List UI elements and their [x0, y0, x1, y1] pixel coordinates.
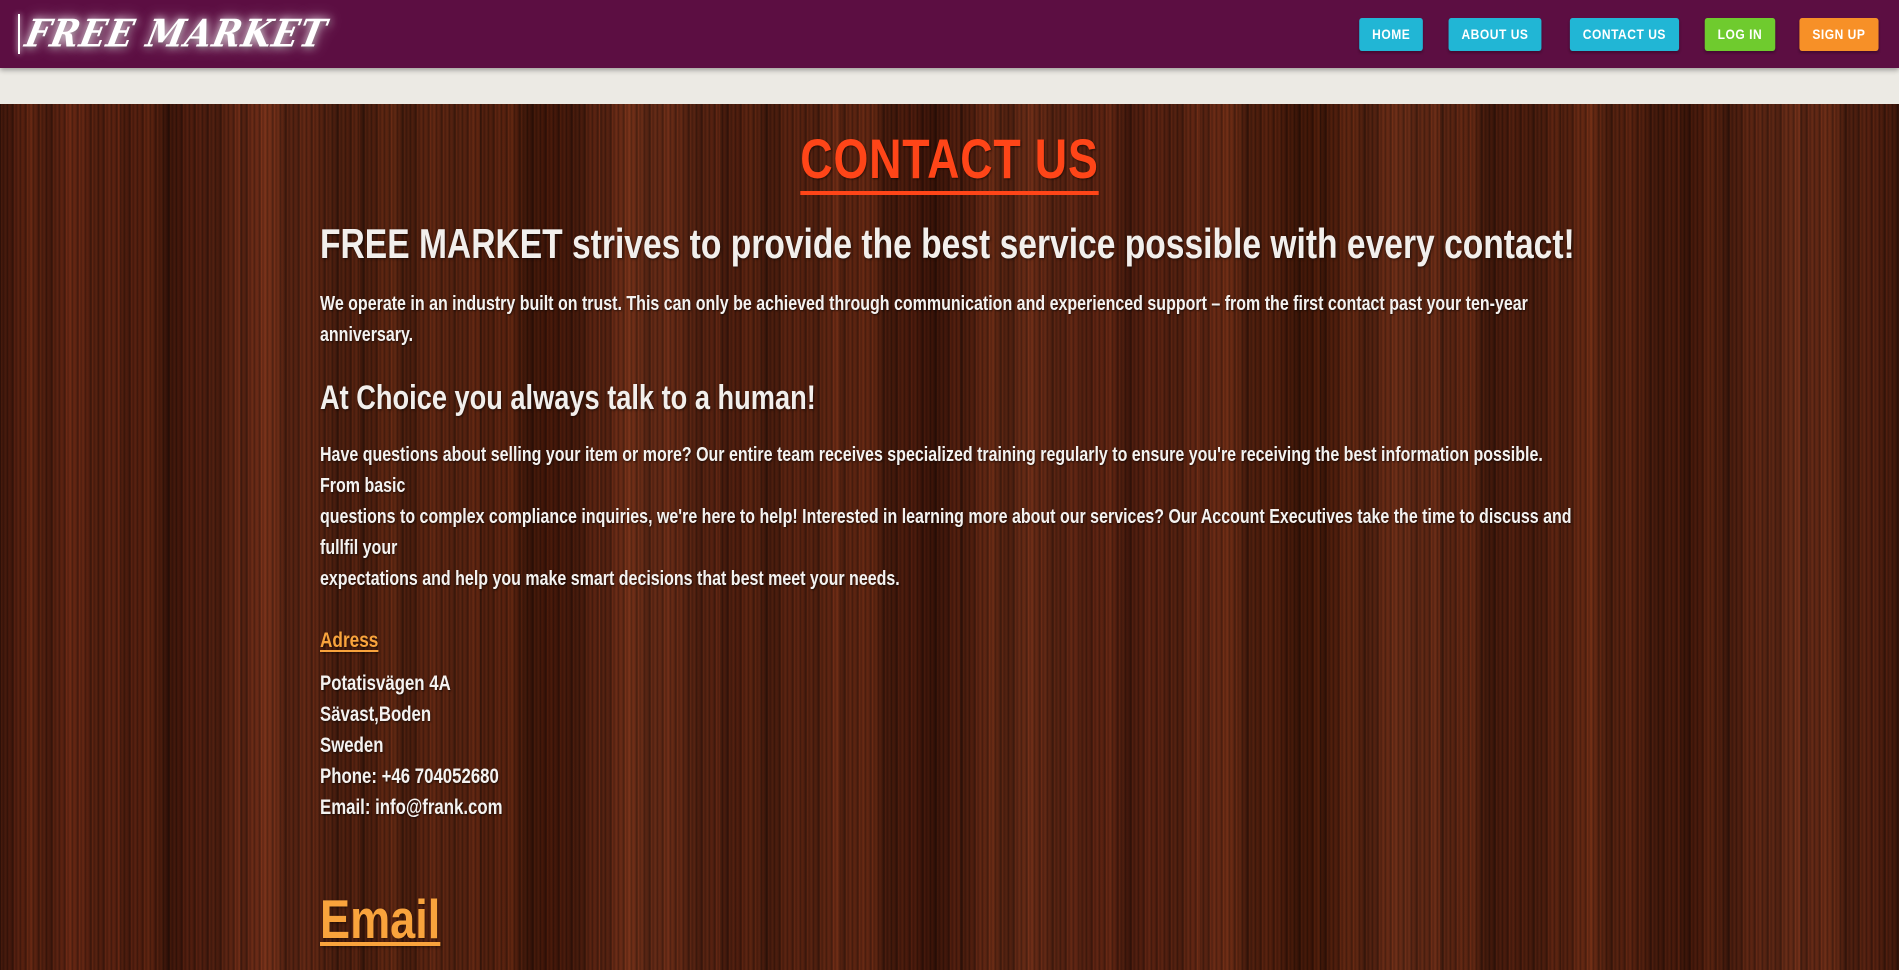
page-background-wood: CONTACT US FREE MARKET strives to provid…	[0, 104, 1899, 970]
lead-heading-text: FREE MARKET strives to provide the best …	[319, 219, 1575, 267]
nav-sign-up[interactable]: SIGN UP	[1799, 17, 1879, 51]
address-line-country: Sweden	[319, 733, 383, 757]
page-title: CONTACT US	[320, 129, 1580, 195]
header-spacer-strip	[0, 68, 1899, 104]
brand-logo[interactable]: FREE MARKET	[18, 4, 331, 64]
page-title-text: CONTACT US	[800, 129, 1099, 195]
logo-accent-bar	[18, 14, 20, 54]
address-line-email: Email: info@frank.com	[319, 795, 503, 819]
email-section-heading[interactable]: Email	[320, 891, 440, 949]
intro-paragraph: We operate in an industry built on trust…	[320, 289, 1580, 351]
main-navigation: HOME ABOUT US CONTACT US LOG IN SIGN UP	[1354, 0, 1885, 68]
address-block: Potatisvägen 4A Sävast,Boden Sweden Phon…	[320, 669, 1580, 823]
address-line-city: Sävast,Boden	[319, 702, 431, 726]
brand-logo-text: FREE MARKET	[21, 11, 331, 57]
site-header: FREE MARKET HOME ABOUT US CONTACT US LOG…	[0, 0, 1899, 68]
intro-paragraph-text: We operate in an industry built on trust…	[319, 292, 1528, 346]
body-paragraph-line-1: Have questions about selling your item o…	[319, 444, 1543, 498]
address-line-street: Potatisvägen 4A	[319, 672, 451, 696]
nav-log-in[interactable]: LOG IN	[1705, 17, 1776, 51]
nav-home[interactable]: HOME	[1359, 17, 1424, 51]
lead-heading: FREE MARKET strives to provide the best …	[319, 219, 1580, 267]
nav-contact-us[interactable]: CONTACT US	[1569, 17, 1679, 51]
address-line-phone: Phone: +46 704052680	[319, 764, 499, 788]
body-paragraph-line-2: questions to complex compliance inquirie…	[319, 506, 1572, 560]
address-link[interactable]: Adress	[320, 629, 378, 653]
body-paragraph: Have questions about selling your item o…	[320, 440, 1580, 595]
body-paragraph-line-3: expectations and help you make smart dec…	[319, 568, 900, 591]
sub-heading-text: At Choice you always talk to a human!	[319, 378, 816, 417]
nav-about-us[interactable]: ABOUT US	[1448, 17, 1542, 51]
content-container: CONTACT US FREE MARKET strives to provid…	[320, 104, 1580, 970]
sub-heading: At Choice you always talk to a human!	[320, 379, 1580, 418]
